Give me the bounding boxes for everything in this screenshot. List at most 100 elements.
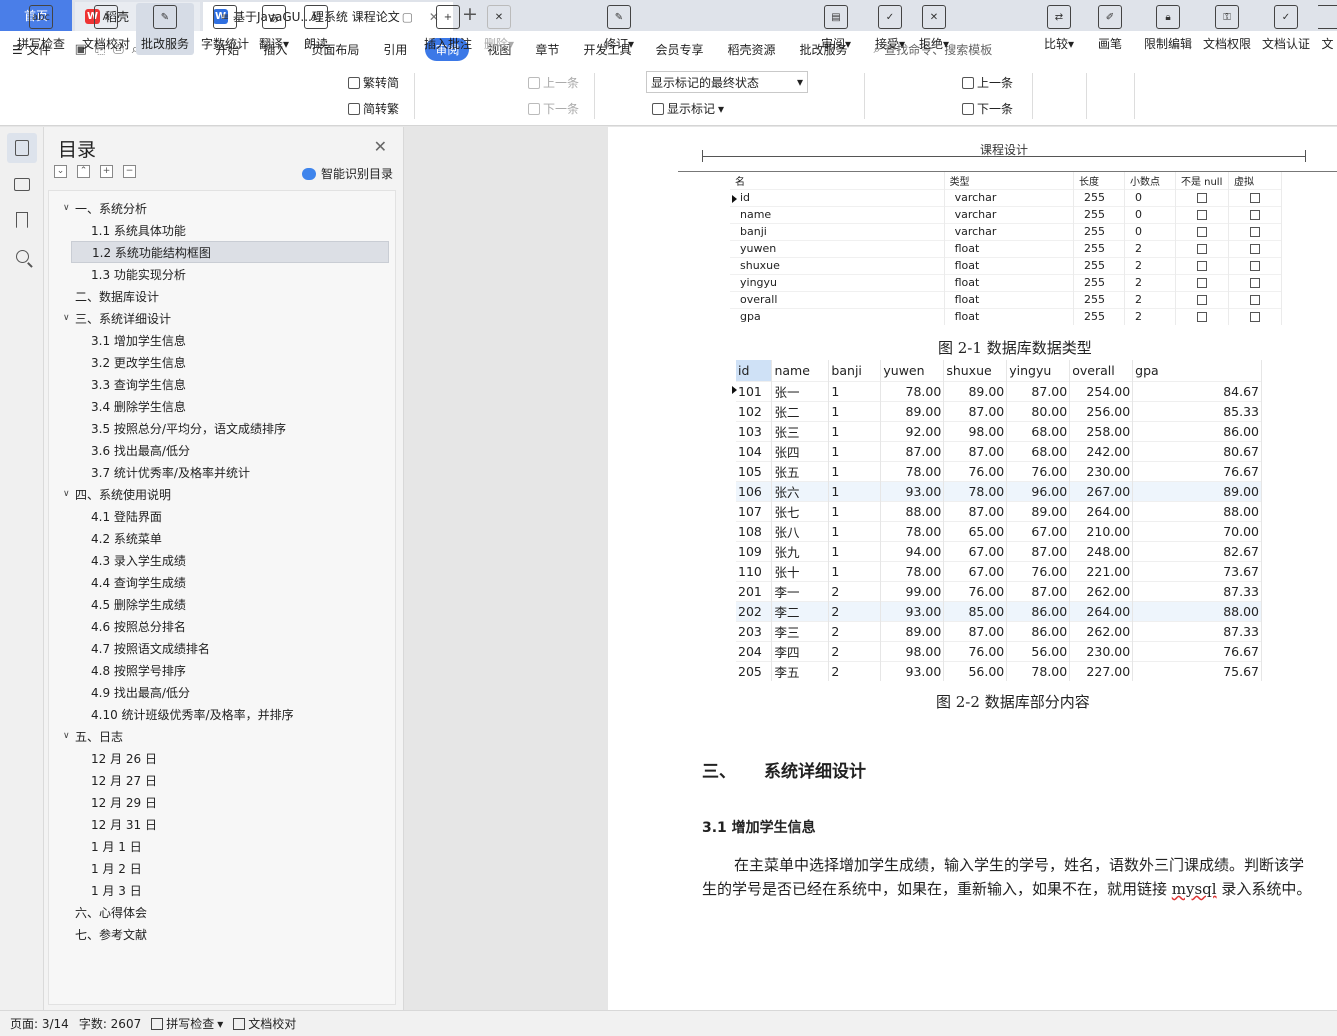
menu-member[interactable]: 会员专享	[643, 41, 715, 58]
toc-item[interactable]: 3.6 找出最高/低分	[49, 439, 395, 461]
chevron-down-icon[interactable]: ∨	[63, 489, 75, 499]
table-row: shuxue float 255 2	[730, 256, 1283, 274]
toc-item[interactable]: 12 月 26 日	[49, 747, 395, 769]
toc-item[interactable]: 3.1 增加学生信息	[49, 329, 395, 351]
toc-panel-icon[interactable]	[7, 133, 37, 163]
correction-service-button[interactable]: ✎ 批改服务	[136, 3, 194, 55]
chevron-down-icon[interactable]: ∨	[63, 731, 75, 741]
toc-item[interactable]: 二、数据库设计	[49, 285, 395, 307]
restrict-edit-button[interactable]: 🔒︎ 限制编辑	[1140, 3, 1196, 55]
translate-button[interactable]: あ翻译▾	[254, 3, 294, 55]
menu-docer-resources[interactable]: 稻壳资源	[715, 41, 787, 58]
toc-item[interactable]: 1.3 功能实现分析	[49, 263, 395, 285]
prev-comment-button[interactable]: 上一条	[528, 74, 579, 91]
close-icon[interactable]: ✕	[374, 137, 387, 156]
remove-heading-icon[interactable]: −	[123, 165, 136, 178]
doc-cert-button[interactable]: ✓ 文档认证	[1258, 3, 1314, 55]
table-cell: 76.67	[1132, 640, 1262, 661]
compare-button[interactable]: ⇄ 比较▾	[1038, 3, 1080, 55]
toc-item[interactable]: 4.6 按照总分排名	[49, 615, 395, 637]
doc-proof-status[interactable]: 文档校对	[233, 1015, 296, 1032]
read-aloud-label: 朗读	[303, 37, 328, 51]
show-markup-button[interactable]: 显示标记 ▾	[652, 100, 724, 117]
toc-item-label: 4.1 登陆界面	[91, 509, 162, 524]
prev-change-button[interactable]: 上一条	[962, 74, 1013, 91]
toc-item[interactable]: 4.8 按照学号排序	[49, 659, 395, 681]
toc-item[interactable]: 12 月 27 日	[49, 769, 395, 791]
toc-item[interactable]: 12 月 31 日	[49, 813, 395, 835]
ribbon-separator	[1134, 73, 1135, 119]
collapse-all-icon[interactable]: ⌄	[54, 165, 67, 178]
toc-item[interactable]: 1 月 3 日	[49, 879, 395, 901]
doc-permission-button[interactable]: ⚿ 文档权限	[1200, 3, 1254, 55]
row-pointer-icon	[732, 195, 737, 203]
pen-button[interactable]: ✐ 画笔	[1092, 3, 1128, 55]
toc-item[interactable]: 3.5 按照总分/平均分，语文成绩排序	[49, 417, 395, 439]
simp-to-trad-button[interactable]: 简转繁	[348, 100, 399, 117]
next-comment-button[interactable]: 下一条	[528, 100, 579, 117]
toc-icon	[15, 140, 29, 156]
outline-panel-icon[interactable]	[7, 169, 37, 199]
toc-item[interactable]: 4.2 系统菜单	[49, 527, 395, 549]
toc-item[interactable]: ∨ 一、系统分析	[49, 197, 395, 219]
menu-references[interactable]: 引用	[371, 41, 419, 58]
misspelled-word[interactable]: mysql	[1172, 880, 1217, 898]
toc-item[interactable]: 3.3 查询学生信息	[49, 373, 395, 395]
add-heading-icon[interactable]: +	[100, 165, 113, 178]
chevron-down-icon[interactable]: ∨	[63, 313, 75, 323]
chevron-down-icon[interactable]: ∨	[63, 203, 75, 213]
spellcheck-status[interactable]: 拼写检查 ▾	[151, 1015, 223, 1032]
toc-item[interactable]: 4.5 删除学生成绩	[49, 593, 395, 615]
table-cell: 2	[1124, 239, 1176, 257]
toc-item[interactable]: 3.2 更改学生信息	[49, 351, 395, 373]
toc-item-label: 1 月 2 日	[91, 861, 142, 876]
revise-button[interactable]: ✎ 修订▾	[600, 3, 638, 55]
toc-item[interactable]: 4.9 找出最高/低分	[49, 681, 395, 703]
word-count-button[interactable]: ≡ 字数统计	[198, 3, 252, 55]
table-cell: 98.00	[943, 420, 1008, 441]
reject-button[interactable]: ✕ 拒绝▾	[914, 3, 954, 55]
expand-all-icon[interactable]: ⌃	[77, 165, 90, 178]
find-panel-icon[interactable]	[7, 241, 37, 271]
toc-item[interactable]: 1 月 1 日	[49, 835, 395, 857]
table-row: yuwen float 255 2	[730, 239, 1283, 257]
markup-state-select[interactable]: 显示标记的最终状态 ▾	[646, 71, 808, 93]
doc-proof-button[interactable]: A 文档校对	[78, 3, 134, 55]
table-cell	[1228, 273, 1283, 291]
bookmark-panel-icon[interactable]	[7, 205, 37, 235]
trad-to-simp-button[interactable]: 繁转简	[348, 74, 399, 91]
document-page[interactable]: 课程设计 名类型 长度 小数点 不是 null 虚拟 id varchar 255 0 name…	[608, 127, 1337, 1010]
table-cell: 76.00	[943, 460, 1008, 481]
word-count-indicator[interactable]: 字数: 2607	[79, 1015, 141, 1032]
smart-toc-button[interactable]: 智能识别目录	[301, 165, 393, 182]
more-ribbon-button[interactable]: 文	[1318, 3, 1337, 55]
toc-item[interactable]: 七、参考文献	[49, 923, 395, 945]
translate-label: 翻译▾	[258, 37, 290, 51]
menu-chapter[interactable]: 章节	[523, 41, 571, 58]
toc-item[interactable]: 3.7 统计优秀率/及格率并统计	[49, 461, 395, 483]
accept-button[interactable]: ✓ 接受▾	[870, 3, 910, 55]
page-indicator[interactable]: 页面: 3/14	[10, 1015, 69, 1032]
review-pane-button[interactable]: ▤ 审阅▾	[816, 3, 856, 55]
toc-item[interactable]: ∨ 三、系统详细设计	[49, 307, 395, 329]
next-change-button[interactable]: 下一条	[962, 100, 1013, 117]
toc-item[interactable]: 4.3 录入学生成绩	[49, 549, 395, 571]
toc-item[interactable]: 1.1 系统具体功能	[49, 219, 395, 241]
toc-item[interactable]: 12 月 29 日	[49, 791, 395, 813]
toc-item[interactable]: 1.2 系统功能结构框图	[71, 241, 389, 263]
toc-item-label: 12 月 27 日	[91, 773, 157, 788]
toc-item[interactable]: 4.7 按照语文成绩排名	[49, 637, 395, 659]
toc-item[interactable]: 4.10 统计班级优秀率/及格率，并排序	[49, 703, 395, 725]
toc-item[interactable]: 4.1 登陆界面	[49, 505, 395, 527]
insert-comment-button[interactable]: + 插入批注	[420, 3, 476, 55]
delete-comment-button[interactable]: ✕ 删除▾	[480, 3, 518, 55]
toc-item[interactable]: ∨ 五、日志	[49, 725, 395, 747]
toc-item[interactable]: 1 月 2 日	[49, 857, 395, 879]
read-aloud-button[interactable]: A) 朗读	[298, 3, 334, 55]
toc-item[interactable]: 六、心得体会	[49, 901, 395, 923]
toc-item[interactable]: 4.4 查询学生成绩	[49, 571, 395, 593]
toc-item[interactable]: ∨ 四、系统使用说明	[49, 483, 395, 505]
spellcheck-button[interactable]: abc 拼写检查	[10, 3, 72, 55]
toc-item[interactable]: 3.4 删除学生信息	[49, 395, 395, 417]
checkbox-icon	[1196, 278, 1207, 288]
